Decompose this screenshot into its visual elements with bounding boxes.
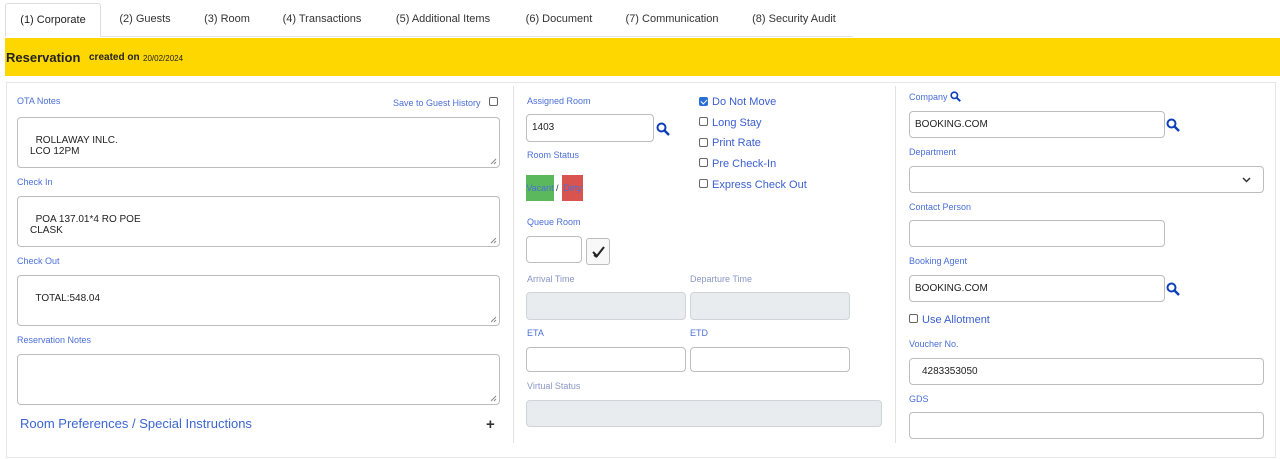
queue-room-button[interactable] (586, 238, 610, 265)
departure-time-label: Departure Time (690, 274, 753, 284)
eta-input[interactable] (526, 347, 686, 372)
check-out-textarea[interactable]: TOTAL:548.04 (17, 275, 500, 326)
tab-additional-items[interactable]: (5) Additional Items (386, 3, 500, 37)
gds-input[interactable] (909, 412, 1264, 439)
ota-notes-textarea[interactable]: ROLLAWAY INLC. LCO 12PM (17, 117, 500, 168)
chevron-down-icon (1242, 177, 1251, 183)
tab-guests[interactable]: (2) Guests (112, 3, 178, 37)
status-dirty-badge[interactable]: Dirty (562, 175, 583, 201)
booking-agent-value: BOOKING.COM (915, 283, 988, 294)
room-status-label: Room Status (527, 150, 580, 160)
check-in-textarea[interactable]: POA 137.01*4 RO POE CLASK (17, 196, 500, 247)
departure-time-input[interactable] (690, 292, 850, 320)
department-label: Department (909, 147, 957, 157)
queue-room-label: Queue Room (527, 217, 581, 227)
do-not-move-checkbox[interactable] (699, 97, 708, 106)
assigned-room-input[interactable]: 1403 (526, 114, 654, 142)
department-select[interactable] (909, 166, 1264, 193)
eta-label: ETA (527, 328, 544, 338)
tab-room[interactable]: (3) Room (196, 3, 258, 37)
column-divider-right (895, 86, 896, 443)
booking-agent-label: Booking Agent (909, 256, 968, 266)
contact-person-label: Contact Person (909, 202, 972, 212)
tab-security-audit[interactable]: (8) Security Audit (744, 3, 844, 37)
tab-bar: (1) Corporate (2) Guests (3) Room (4) Tr… (0, 0, 1280, 37)
pre-check-in-label: Pre Check-In (712, 158, 777, 170)
room-preferences-link[interactable]: Room Preferences / Special Instructions (20, 416, 252, 431)
banner-created-label: created on (89, 52, 140, 63)
print-rate-label: Print Rate (712, 137, 761, 149)
express-check-out-checkbox[interactable] (699, 179, 708, 188)
company-input[interactable]: BOOKING.COM (909, 111, 1165, 138)
search-icon[interactable] (1166, 282, 1180, 296)
voucher-value: 4283353050 (922, 366, 978, 377)
tab-corporate[interactable]: (1) Corporate (5, 3, 101, 37)
booking-agent-input[interactable]: BOOKING.COM (909, 275, 1165, 302)
use-allotment-label: Use Allotment (922, 314, 990, 326)
expand-preferences-button[interactable]: + (486, 416, 495, 433)
broom-check-icon (592, 246, 605, 258)
search-icon[interactable] (1166, 118, 1180, 132)
tab-transactions[interactable]: (4) Transactions (276, 3, 368, 37)
use-allotment-checkbox[interactable] (909, 314, 918, 323)
long-stay-checkbox[interactable] (699, 117, 708, 126)
arrival-time-input[interactable] (526, 292, 686, 320)
check-in-label: Check In (17, 177, 53, 187)
long-stay-label: Long Stay (712, 117, 762, 129)
ota-notes-label: OTA Notes (17, 96, 61, 106)
banner-created-date: 20/02/2024 (143, 54, 184, 63)
resize-grip-icon[interactable] (490, 395, 497, 402)
save-history-label: Save to Guest History (393, 98, 481, 108)
check-out-label: Check Out (17, 256, 60, 266)
company-search-icon[interactable] (950, 91, 961, 102)
express-check-out-label: Express Check Out (712, 179, 807, 191)
tab-document[interactable]: (6) Document (518, 3, 600, 37)
queue-room-input[interactable] (526, 236, 582, 263)
reservation-notes-textarea[interactable] (17, 354, 500, 405)
check-in-value: POA 137.01*4 RO POE CLASK (30, 214, 141, 236)
resize-grip-icon[interactable] (490, 237, 497, 244)
do-not-move-label: Do Not Move (712, 96, 777, 108)
gds-label: GDS (909, 394, 929, 404)
voucher-label: Voucher No. (909, 339, 959, 349)
assigned-room-label: Assigned Room (527, 96, 591, 106)
save-history-checkbox[interactable] (489, 97, 498, 106)
resize-grip-icon[interactable] (490, 316, 497, 323)
column-divider-left (513, 86, 514, 443)
print-rate-checkbox[interactable] (699, 138, 708, 147)
resize-grip-icon[interactable] (490, 158, 497, 165)
virtual-status-label: Virtual Status (527, 381, 581, 391)
status-separator: / (556, 183, 559, 193)
etd-label: ETD (690, 328, 708, 338)
status-vacant-badge[interactable]: Vacant (526, 175, 554, 201)
check-out-value: TOTAL:548.04 (35, 293, 101, 304)
status-dirty-text: Dirty (563, 183, 582, 193)
contact-person-input[interactable] (909, 220, 1165, 247)
etd-input[interactable] (690, 347, 850, 372)
ota-notes-value: ROLLAWAY INLC. LCO 12PM (30, 135, 118, 157)
voucher-input[interactable]: 4283353050 (909, 358, 1264, 385)
virtual-status-input[interactable] (526, 400, 882, 427)
assigned-room-value: 1403 (532, 122, 555, 133)
search-icon[interactable] (656, 122, 670, 136)
reservation-banner: Reservation created on 20/02/2024 (5, 38, 1280, 76)
banner-title: Reservation (6, 50, 81, 65)
tab-communication[interactable]: (7) Communication (618, 3, 726, 37)
pre-check-in-checkbox[interactable] (699, 158, 708, 167)
reservation-notes-label: Reservation Notes (17, 335, 92, 345)
status-vacant-text: Vacant (526, 183, 554, 193)
company-label: Company (909, 92, 948, 102)
company-value: BOOKING.COM (915, 119, 988, 130)
arrival-time-label: Arrival Time (527, 274, 575, 284)
